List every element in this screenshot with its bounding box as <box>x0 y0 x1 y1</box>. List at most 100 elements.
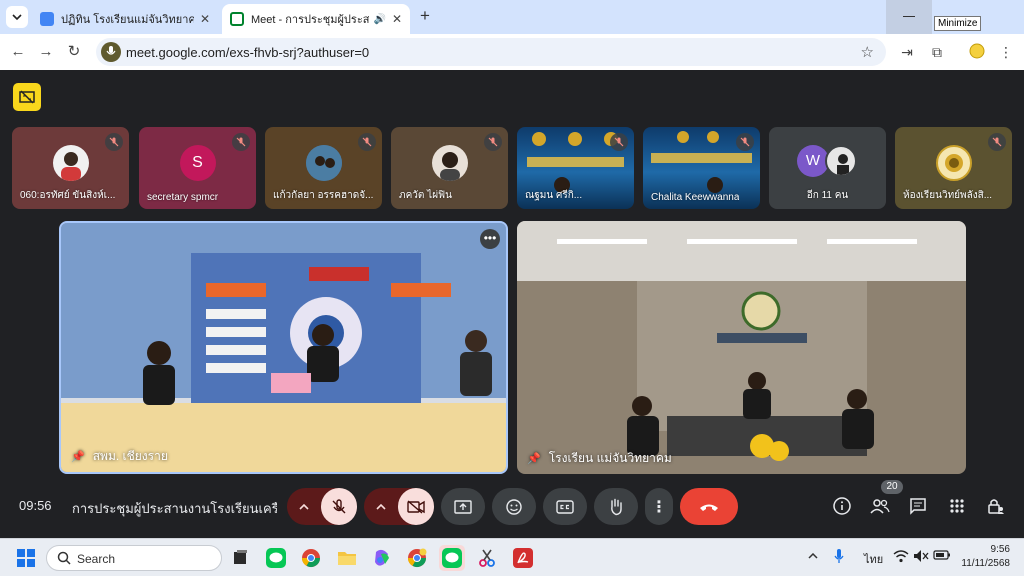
present-screen-button[interactable] <box>441 488 485 525</box>
captions-off-icon <box>19 90 35 104</box>
close-window-button[interactable] <box>978 0 1024 34</box>
participant-tile[interactable]: 060:อรทัศย์ ขันสิงห์เ... <box>12 127 129 209</box>
url-text[interactable]: meet.google.com/exs-fhvb-srj?authuser=0 <box>126 45 369 60</box>
copilot-icon <box>375 549 389 566</box>
new-tab-button[interactable]: + <box>416 7 434 25</box>
more-participants-tile[interactable]: W อีก 11 คน <box>769 127 886 209</box>
participant-tile[interactable]: แก้วกัลยา อรรคฮาดจั... <box>265 127 382 209</box>
battery-icon[interactable] <box>933 549 951 564</box>
audio-options-button[interactable] <box>287 488 321 525</box>
reload-button[interactable]: ↻ <box>64 42 84 62</box>
snipping-tool-app[interactable] <box>474 545 500 571</box>
tooltip: Minimize <box>934 16 982 31</box>
site-info-icon[interactable] <box>101 42 121 62</box>
activities-button[interactable] <box>946 495 968 517</box>
video-options-button[interactable] <box>364 488 398 525</box>
avatar <box>52 145 89 181</box>
captions-off-button[interactable] <box>13 83 41 111</box>
participant-tile[interactable]: S secretary spmcr <box>139 127 256 209</box>
volume-muted-icon[interactable] <box>913 549 929 566</box>
forward-button[interactable]: → <box>36 42 56 62</box>
chat-button[interactable] <box>907 495 929 517</box>
spotlight-video-right[interactable]: 📌 โรงเรียน แม่จันวิทยาคม <box>517 221 966 474</box>
back-button[interactable]: ← <box>8 42 28 62</box>
search-placeholder: Search <box>77 552 116 566</box>
mic-toggle-button[interactable] <box>320 488 357 525</box>
mic-off-icon <box>332 498 346 513</box>
line-icon <box>442 548 462 568</box>
conference-room-video <box>61 223 506 472</box>
more-vert-icon: ⋮ <box>651 498 667 516</box>
task-view-button[interactable] <box>227 545 253 571</box>
system-clock[interactable]: 9:56 11/11/2568 <box>961 543 1010 571</box>
school-logo <box>935 145 972 181</box>
reload-icon: ↻ <box>67 43 81 60</box>
address-bar[interactable]: meet.google.com/exs-fhvb-srj?authuser=0 … <box>96 38 886 66</box>
participant-tile[interactable]: ภควัต ไผ่ฟิน <box>391 127 508 209</box>
line-app[interactable] <box>263 545 289 571</box>
apps-grid-icon <box>950 499 964 513</box>
tab-search-button[interactable] <box>6 6 28 28</box>
participant-tile[interactable]: Chalita Keewwanna <box>643 127 760 209</box>
show-hidden-icons[interactable] <box>808 550 818 562</box>
lock-person-icon <box>988 499 1004 514</box>
arrow-right-icon: → <box>38 43 54 60</box>
chrome-app[interactable] <box>298 545 324 571</box>
pdf-icon <box>513 548 533 568</box>
more-options-button[interactable]: ⋮ <box>645 488 673 525</box>
tab-meet[interactable]: Meet - การประชุมผู้ประสานงานโ 🔊 ✕ <box>222 4 410 34</box>
present-to-all-icon <box>454 499 472 514</box>
mic-tray[interactable] <box>833 548 845 567</box>
more-menu-icon[interactable]: ⋮ <box>997 43 1015 61</box>
reactions-button[interactable] <box>492 488 536 525</box>
people-button[interactable] <box>869 495 891 517</box>
host-controls-button[interactable] <box>985 495 1007 517</box>
system-time: 9:56 <box>990 544 1010 555</box>
scissors-icon <box>479 549 495 567</box>
system-date: 11/11/2568 <box>961 558 1010 569</box>
copilot-app[interactable] <box>369 545 395 571</box>
mic-off-icon <box>232 133 250 151</box>
profile-avatar[interactable] <box>968 43 986 61</box>
taskbar-search[interactable]: Search <box>46 545 222 571</box>
acrobat-app[interactable] <box>510 545 536 571</box>
minimize-button[interactable] <box>886 0 932 34</box>
spotlight-video-left[interactable]: ••• 📌 สพม. เชียงราย <box>59 221 508 474</box>
leave-call-button[interactable] <box>680 488 738 525</box>
close-icon[interactable]: ✕ <box>200 12 210 26</box>
avatar <box>305 145 342 181</box>
folder-icon <box>338 552 356 565</box>
windows-logo-icon <box>17 549 35 567</box>
meet-main: 060:อรทัศย์ ขันสิงห์เ... S secretary spm… <box>0 70 1024 538</box>
extensions-icon[interactable]: ⧉ <box>928 43 946 61</box>
line-app-active[interactable] <box>439 545 465 571</box>
close-icon[interactable]: ✕ <box>392 12 402 26</box>
microphone-icon <box>106 46 116 55</box>
meeting-details-button[interactable] <box>831 495 853 517</box>
camera-toggle-button[interactable] <box>397 488 434 525</box>
participant-tile[interactable]: ห้องเรียนวิทย์พลังสิ... <box>895 127 1012 209</box>
chevron-up-icon <box>808 552 818 559</box>
arrow-left-icon: ← <box>10 43 26 60</box>
mic-off-icon <box>484 133 502 151</box>
input-language[interactable]: ไทย <box>864 550 883 568</box>
start-button[interactable] <box>16 548 36 568</box>
participant-tile[interactable]: ณฐมน ศรีกิ... <box>517 127 634 209</box>
mic-off-icon <box>988 133 1006 151</box>
chrome-profile-app[interactable] <box>404 545 430 571</box>
network-icon[interactable] <box>893 549 909 566</box>
cast-icon[interactable]: ⇥ <box>898 43 916 61</box>
captions-button[interactable] <box>543 488 587 525</box>
raise-hand-button[interactable] <box>594 488 638 525</box>
bookmark-star-icon[interactable]: ☆ <box>861 43 874 61</box>
tab-calendar[interactable]: ปฏิทิน โรงเรียนแม่จันวิทยาคม - วันอั ✕ <box>32 4 218 34</box>
camera-control-group <box>364 488 434 525</box>
videocam-off-icon <box>407 499 425 514</box>
more-options-button[interactable]: ••• <box>480 229 500 249</box>
speaker-icon[interactable]: 🔊 <box>373 14 385 25</box>
file-explorer-app[interactable] <box>334 545 360 571</box>
people-icon <box>870 499 890 514</box>
chrome-icon <box>302 549 320 568</box>
windows-taskbar: Search ไทย 9:56 11/11/2568 <box>0 538 1024 576</box>
task-view-icon <box>234 550 247 564</box>
